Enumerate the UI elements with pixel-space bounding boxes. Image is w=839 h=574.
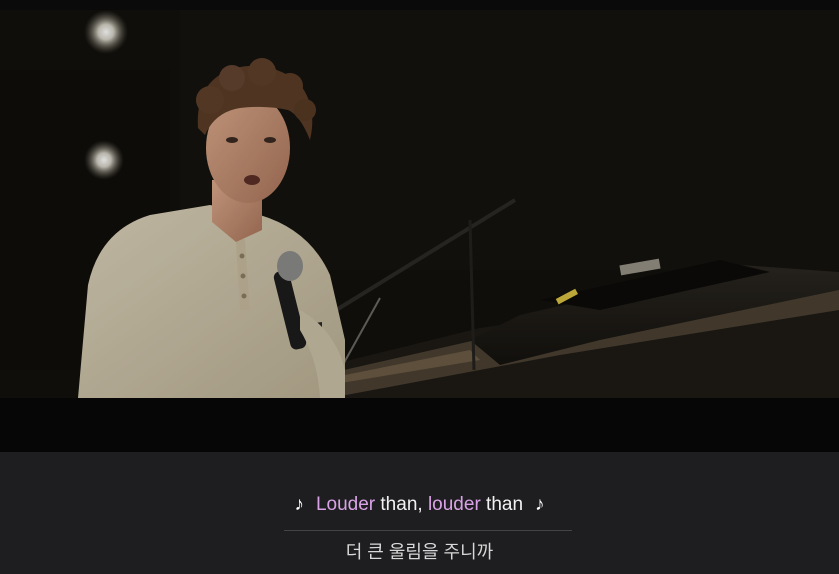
subtitle-highlight-word: Louder bbox=[315, 494, 376, 515]
music-note-icon: ♪ bbox=[294, 494, 304, 515]
subtitle-panel: ♪ Louder than, louder than ♪ 더 큰 울림을 주니까 bbox=[0, 452, 839, 574]
video-frame[interactable] bbox=[0, 10, 839, 398]
subtitle-divider bbox=[284, 530, 572, 531]
subtitle-text: than, bbox=[375, 494, 428, 515]
video-scene bbox=[0, 10, 839, 398]
top-bar bbox=[0, 0, 839, 10]
subtitle-text: than bbox=[480, 494, 524, 515]
music-note-icon: ♪ bbox=[535, 494, 545, 515]
subtitle-translation: 더 큰 울림을 주니까 bbox=[345, 542, 494, 562]
video-player[interactable]: ♪ Louder than, louder than ♪ 더 큰 울림을 주니까 bbox=[0, 0, 839, 574]
letterbox-bar bbox=[0, 398, 839, 452]
subtitle-primary: ♪ Louder than, louder than ♪ bbox=[0, 494, 839, 516]
subtitle-highlight-word: louder bbox=[427, 494, 481, 515]
